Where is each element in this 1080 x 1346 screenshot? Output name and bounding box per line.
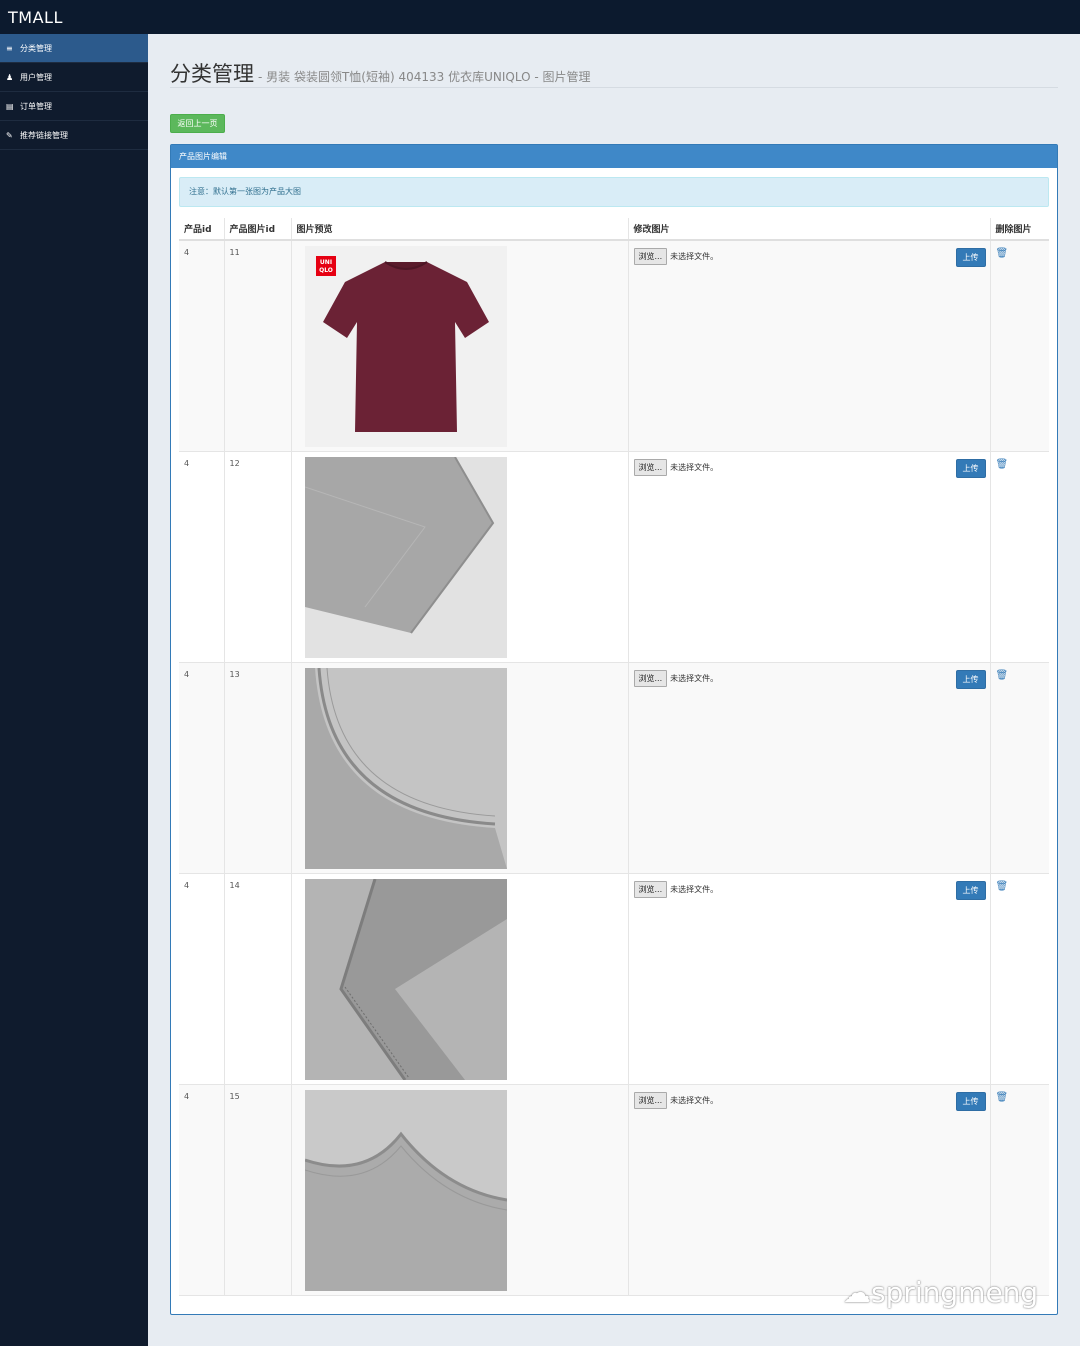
sidebar-item-category[interactable]: ≡ 分类管理 bbox=[0, 34, 148, 63]
browse-button[interactable]: 浏览... bbox=[633, 669, 668, 687]
product-id-cell: 4 bbox=[179, 240, 225, 452]
table-row: 4 12 浏览... 未选择文件。 上传 🗑 bbox=[179, 451, 1049, 663]
link-icon: ✎ bbox=[6, 130, 13, 140]
browse-button[interactable]: 浏览... bbox=[633, 880, 668, 898]
delete-cell: 🗑 bbox=[990, 873, 1049, 1085]
list-icon: ≡ bbox=[6, 43, 13, 53]
table-row: 4 13 浏览... 未选择文件。 上传 🗑 bbox=[179, 662, 1049, 874]
sidebar-item-label: 用户管理 bbox=[20, 72, 52, 82]
image-id-cell: 14 bbox=[224, 873, 292, 1085]
user-icon: ♟ bbox=[6, 72, 14, 82]
page-title: 分类管理 bbox=[170, 62, 254, 86]
product-image-preview bbox=[304, 1089, 507, 1291]
product-id-cell: 4 bbox=[179, 873, 225, 1085]
browse-button[interactable]: 浏览... bbox=[633, 248, 668, 265]
product-id-cell: 4 bbox=[179, 451, 225, 663]
browse-button[interactable]: 浏览... bbox=[633, 458, 668, 476]
sidebar-item-links[interactable]: ✎ 推荐链接管理 bbox=[0, 121, 148, 150]
sidebar-item-label: 订单管理 bbox=[20, 101, 52, 111]
chat-bubble-icon: ☁ bbox=[843, 1276, 871, 1309]
page-header: 分类管理 - 男装 袋装圆领T恤(短袖) 404133 优衣库UNIQLO - 图… bbox=[170, 58, 1058, 88]
image-id-cell: 12 bbox=[224, 451, 292, 663]
sidebar: ≡ 分类管理 ♟ 用户管理 ▤ 订单管理 ✎ 推荐链接管理 bbox=[0, 34, 148, 1346]
delete-cell: 🗑 bbox=[990, 451, 1049, 663]
svg-text:UNI: UNI bbox=[319, 259, 331, 266]
modify-cell: 浏览... 未选择文件。 上传 bbox=[628, 1084, 991, 1296]
upload-button[interactable]: 上传 bbox=[955, 1091, 986, 1111]
product-image-preview bbox=[304, 878, 507, 1080]
back-button[interactable]: 返回上一页 bbox=[170, 114, 225, 133]
watermark: ☁springmeng bbox=[843, 1276, 1038, 1309]
upload-button[interactable]: 上传 bbox=[955, 669, 986, 689]
trash-icon[interactable]: 🗑 bbox=[996, 459, 1009, 470]
col-header-image-id: 产品图片id bbox=[224, 218, 292, 241]
table-row: 4 11 UNI QLO 浏览... 未选择文件。 上传 🗑 bbox=[179, 240, 1049, 452]
modify-cell: 浏览... 未选择文件。 上传 bbox=[628, 451, 991, 663]
sidebar-item-users[interactable]: ♟ 用户管理 bbox=[0, 63, 148, 92]
trash-icon[interactable]: 🗑 bbox=[996, 670, 1009, 681]
upload-button[interactable]: 上传 bbox=[955, 880, 986, 900]
preview-cell bbox=[291, 1084, 629, 1296]
delete-cell: 🗑 bbox=[990, 662, 1049, 874]
product-id-cell: 4 bbox=[179, 662, 225, 874]
image-id-cell: 15 bbox=[224, 1084, 292, 1296]
main-content: 分类管理 - 男装 袋装圆领T恤(短袖) 404133 优衣库UNIQLO - 图… bbox=[148, 34, 1080, 1346]
trash-icon[interactable]: 🗑 bbox=[996, 1092, 1009, 1103]
no-file-label: 未选择文件。 bbox=[670, 1095, 719, 1105]
col-header-modify: 修改图片 bbox=[628, 218, 991, 241]
table-header-row: 产品id 产品图片id 图片预览 修改图片 删除图片 bbox=[179, 218, 1049, 241]
table-row: 4 15 浏览... 未选择文件。 上传 🗑 bbox=[179, 1084, 1049, 1296]
modify-cell: 浏览... 未选择文件。 上传 bbox=[628, 240, 991, 452]
product-image-preview bbox=[304, 667, 507, 869]
image-id-cell: 13 bbox=[224, 662, 292, 874]
trash-icon[interactable]: 🗑 bbox=[996, 248, 1009, 259]
product-image-preview: UNI QLO bbox=[304, 246, 507, 447]
sidebar-item-orders[interactable]: ▤ 订单管理 bbox=[0, 92, 148, 121]
browse-button[interactable]: 浏览... bbox=[633, 1091, 668, 1109]
panel-title: 产品图片编辑 bbox=[171, 145, 1057, 168]
sidebar-item-label: 推荐链接管理 bbox=[20, 130, 68, 140]
delete-cell: 🗑 bbox=[990, 240, 1049, 452]
no-file-label: 未选择文件。 bbox=[670, 884, 719, 894]
brand-logo[interactable]: TMALL bbox=[8, 8, 63, 27]
order-list-icon: ▤ bbox=[6, 101, 14, 111]
delete-cell: 🗑 bbox=[990, 1084, 1049, 1296]
no-file-label: 未选择文件。 bbox=[670, 252, 719, 261]
modify-cell: 浏览... 未选择文件。 上传 bbox=[628, 873, 991, 1085]
watermark-text: springmeng bbox=[871, 1276, 1039, 1309]
page-subtitle: - 男装 袋装圆领T恤(短袖) 404133 优衣库UNIQLO - 图片管理 bbox=[258, 70, 591, 84]
no-file-label: 未选择文件。 bbox=[670, 462, 719, 472]
product-id-cell: 4 bbox=[179, 1084, 225, 1296]
table-row: 4 14 浏览... 未选择文件。 上传 🗑 bbox=[179, 873, 1049, 1085]
preview-cell: UNI QLO bbox=[291, 240, 629, 452]
no-file-label: 未选择文件。 bbox=[670, 673, 719, 683]
upload-button[interactable]: 上传 bbox=[955, 458, 986, 478]
preview-cell bbox=[291, 662, 629, 874]
product-image-preview bbox=[304, 456, 507, 658]
col-header-delete: 删除图片 bbox=[990, 218, 1049, 241]
image-table: 产品id 产品图片id 图片预览 修改图片 删除图片 4 11 UNI QLO … bbox=[179, 218, 1049, 1296]
image-id-cell: 11 bbox=[224, 240, 292, 452]
preview-cell bbox=[291, 451, 629, 663]
notice-alert: 注意：默认第一张图为产品大图 bbox=[179, 177, 1049, 207]
svg-text:QLO: QLO bbox=[319, 267, 333, 274]
sidebar-item-label: 分类管理 bbox=[20, 43, 52, 53]
trash-icon[interactable]: 🗑 bbox=[996, 881, 1009, 892]
upload-button[interactable]: 上传 bbox=[955, 248, 986, 267]
modify-cell: 浏览... 未选择文件。 上传 bbox=[628, 662, 991, 874]
col-header-preview: 图片预览 bbox=[291, 218, 629, 241]
image-edit-panel: 产品图片编辑 注意：默认第一张图为产品大图 产品id 产品图片id 图片预览 修… bbox=[170, 144, 1058, 1315]
col-header-product-id: 产品id bbox=[179, 218, 225, 241]
top-navbar: TMALL bbox=[0, 0, 1080, 34]
preview-cell bbox=[291, 873, 629, 1085]
